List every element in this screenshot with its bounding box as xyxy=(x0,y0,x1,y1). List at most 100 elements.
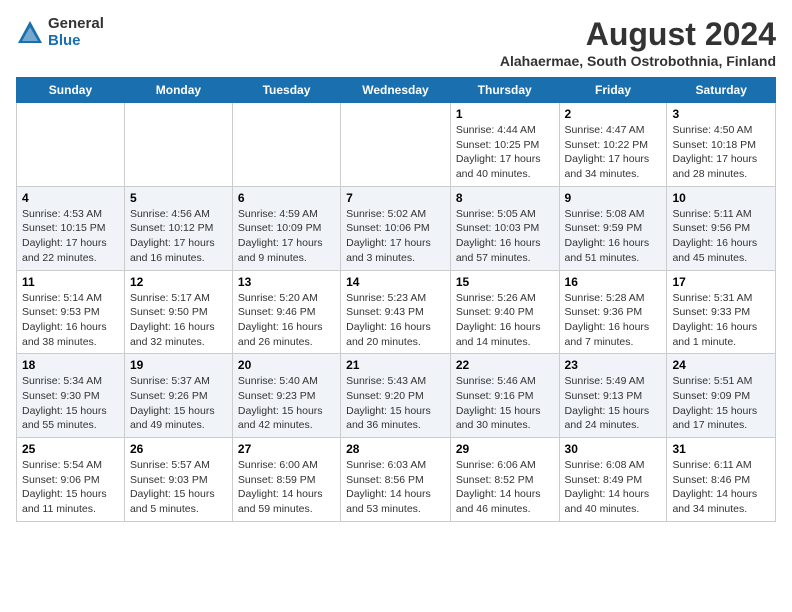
day-number: 11 xyxy=(22,275,119,289)
day-cell: 24 Sunrise: 5:51 AM Sunset: 9:09 PM Dayli… xyxy=(667,354,776,438)
day-info: Sunrise: 5:05 AM Sunset: 10:03 PM Daylig… xyxy=(456,207,554,266)
day-number: 24 xyxy=(672,358,770,372)
day-cell: 6 Sunrise: 4:59 AM Sunset: 10:09 PM Dayli… xyxy=(232,186,340,270)
day-cell xyxy=(341,103,451,187)
header-friday: Friday xyxy=(559,78,667,103)
day-cell: 23 Sunrise: 5:49 AM Sunset: 9:13 PM Dayli… xyxy=(559,354,667,438)
day-info: Sunrise: 5:51 AM Sunset: 9:09 PM Dayligh… xyxy=(672,374,770,433)
day-cell: 27 Sunrise: 6:00 AM Sunset: 8:59 PM Dayli… xyxy=(232,438,340,522)
day-info: Sunrise: 5:46 AM Sunset: 9:16 PM Dayligh… xyxy=(456,374,554,433)
day-cell: 10 Sunrise: 5:11 AM Sunset: 9:56 PM Dayli… xyxy=(667,186,776,270)
day-number: 10 xyxy=(672,191,770,205)
header-wednesday: Wednesday xyxy=(341,78,451,103)
day-number: 30 xyxy=(565,442,662,456)
day-cell: 9 Sunrise: 5:08 AM Sunset: 9:59 PM Daylig… xyxy=(559,186,667,270)
day-number: 6 xyxy=(238,191,335,205)
day-cell: 5 Sunrise: 4:56 AM Sunset: 10:12 PM Dayli… xyxy=(124,186,232,270)
day-info: Sunrise: 5:40 AM Sunset: 9:23 PM Dayligh… xyxy=(238,374,335,433)
week-row-5: 25 Sunrise: 5:54 AM Sunset: 9:06 PM Dayli… xyxy=(17,438,776,522)
header-sunday: Sunday xyxy=(17,78,125,103)
day-info: Sunrise: 4:44 AM Sunset: 10:25 PM Daylig… xyxy=(456,123,554,182)
day-number: 3 xyxy=(672,107,770,121)
day-cell: 7Sunrise: 5:02 AM Sunset: 10:06 PM Dayli… xyxy=(341,186,451,270)
day-info: Sunrise: 4:47 AM Sunset: 10:22 PM Daylig… xyxy=(565,123,662,182)
day-info: Sunrise: 5:37 AM Sunset: 9:26 PM Dayligh… xyxy=(130,374,227,433)
day-number: 14 xyxy=(346,275,445,289)
day-number: 4 xyxy=(22,191,119,205)
logo: General Blue xyxy=(16,16,104,49)
day-info: Sunrise: 5:43 AM Sunset: 9:20 PM Dayligh… xyxy=(346,374,445,433)
day-number: 26 xyxy=(130,442,227,456)
day-number: 2 xyxy=(565,107,662,121)
day-cell xyxy=(17,103,125,187)
day-number: 20 xyxy=(238,358,335,372)
week-row-2: 4 Sunrise: 4:53 AM Sunset: 10:15 PM Dayli… xyxy=(17,186,776,270)
day-info: Sunrise: 4:59 AM Sunset: 10:09 PM Daylig… xyxy=(238,207,335,266)
header-row: SundayMondayTuesdayWednesdayThursdayFrid… xyxy=(17,78,776,103)
day-cell: 1 Sunrise: 4:44 AM Sunset: 10:25 PM Dayli… xyxy=(450,103,559,187)
day-cell: 19 Sunrise: 5:37 AM Sunset: 9:26 PM Dayli… xyxy=(124,354,232,438)
day-info: Sunrise: 5:23 AM Sunset: 9:43 PM Dayligh… xyxy=(346,291,445,350)
day-info: Sunrise: 5:14 AM Sunset: 9:53 PM Dayligh… xyxy=(22,291,119,350)
day-info: Sunrise: 4:53 AM Sunset: 10:15 PM Daylig… xyxy=(22,207,119,266)
day-info: Sunrise: 6:08 AM Sunset: 8:49 PM Dayligh… xyxy=(565,458,662,517)
day-info: Sunrise: 5:49 AM Sunset: 9:13 PM Dayligh… xyxy=(565,374,662,433)
day-number: 16 xyxy=(565,275,662,289)
day-info: Sunrise: 5:11 AM Sunset: 9:56 PM Dayligh… xyxy=(672,207,770,266)
day-cell: 15Sunrise: 5:26 AM Sunset: 9:40 PM Dayli… xyxy=(450,270,559,354)
day-number: 12 xyxy=(130,275,227,289)
day-number: 25 xyxy=(22,442,119,456)
day-info: Sunrise: 5:57 AM Sunset: 9:03 PM Dayligh… xyxy=(130,458,227,517)
week-row-1: 1 Sunrise: 4:44 AM Sunset: 10:25 PM Dayli… xyxy=(17,103,776,187)
day-cell xyxy=(124,103,232,187)
day-cell: 4 Sunrise: 4:53 AM Sunset: 10:15 PM Dayli… xyxy=(17,186,125,270)
day-info: Sunrise: 5:54 AM Sunset: 9:06 PM Dayligh… xyxy=(22,458,119,517)
day-cell: 16 Sunrise: 5:28 AM Sunset: 9:36 PM Dayli… xyxy=(559,270,667,354)
calendar-body: 1 Sunrise: 4:44 AM Sunset: 10:25 PM Dayli… xyxy=(17,103,776,522)
main-title: August 2024 xyxy=(500,16,776,53)
day-info: Sunrise: 5:17 AM Sunset: 9:50 PM Dayligh… xyxy=(130,291,227,350)
header-tuesday: Tuesday xyxy=(232,78,340,103)
day-number: 1 xyxy=(456,107,554,121)
day-cell: 31 Sunrise: 6:11 AM Sunset: 8:46 PM Dayli… xyxy=(667,438,776,522)
week-row-4: 18Sunrise: 5:34 AM Sunset: 9:30 PM Dayli… xyxy=(17,354,776,438)
logo-text: General Blue xyxy=(48,16,104,49)
day-cell: 3 Sunrise: 4:50 AM Sunset: 10:18 PM Dayli… xyxy=(667,103,776,187)
day-cell: 8Sunrise: 5:05 AM Sunset: 10:03 PM Dayli… xyxy=(450,186,559,270)
day-info: Sunrise: 4:56 AM Sunset: 10:12 PM Daylig… xyxy=(130,207,227,266)
logo-general: General xyxy=(48,16,104,33)
day-cell: 20 Sunrise: 5:40 AM Sunset: 9:23 PM Dayli… xyxy=(232,354,340,438)
day-info: Sunrise: 4:50 AM Sunset: 10:18 PM Daylig… xyxy=(672,123,770,182)
day-number: 27 xyxy=(238,442,335,456)
day-number: 9 xyxy=(565,191,662,205)
day-info: Sunrise: 5:31 AM Sunset: 9:33 PM Dayligh… xyxy=(672,291,770,350)
day-number: 17 xyxy=(672,275,770,289)
day-number: 31 xyxy=(672,442,770,456)
day-number: 5 xyxy=(130,191,227,205)
calendar-table: SundayMondayTuesdayWednesdayThursdayFrid… xyxy=(16,77,776,522)
day-cell: 28 Sunrise: 6:03 AM Sunset: 8:56 PM Dayli… xyxy=(341,438,451,522)
day-cell: 21 Sunrise: 5:43 AM Sunset: 9:20 PM Dayli… xyxy=(341,354,451,438)
day-info: Sunrise: 5:08 AM Sunset: 9:59 PM Dayligh… xyxy=(565,207,662,266)
header-saturday: Saturday xyxy=(667,78,776,103)
day-cell: 17 Sunrise: 5:31 AM Sunset: 9:33 PM Dayli… xyxy=(667,270,776,354)
day-info: Sunrise: 5:02 AM Sunset: 10:06 PM Daylig… xyxy=(346,207,445,266)
day-cell: 2 Sunrise: 4:47 AM Sunset: 10:22 PM Dayli… xyxy=(559,103,667,187)
day-info: Sunrise: 6:11 AM Sunset: 8:46 PM Dayligh… xyxy=(672,458,770,517)
day-info: Sunrise: 6:00 AM Sunset: 8:59 PM Dayligh… xyxy=(238,458,335,517)
header-monday: Monday xyxy=(124,78,232,103)
day-number: 28 xyxy=(346,442,445,456)
logo-blue: Blue xyxy=(48,33,104,50)
subtitle: Alahaermae, South Ostrobothnia, Finland xyxy=(500,53,776,69)
day-number: 21 xyxy=(346,358,445,372)
day-number: 23 xyxy=(565,358,662,372)
day-info: Sunrise: 5:28 AM Sunset: 9:36 PM Dayligh… xyxy=(565,291,662,350)
day-cell: 29Sunrise: 6:06 AM Sunset: 8:52 PM Dayli… xyxy=(450,438,559,522)
day-info: Sunrise: 6:03 AM Sunset: 8:56 PM Dayligh… xyxy=(346,458,445,517)
day-number: 19 xyxy=(130,358,227,372)
day-info: Sunrise: 5:20 AM Sunset: 9:46 PM Dayligh… xyxy=(238,291,335,350)
day-number: 15 xyxy=(456,275,554,289)
logo-icon xyxy=(16,19,44,47)
day-cell: 25 Sunrise: 5:54 AM Sunset: 9:06 PM Dayli… xyxy=(17,438,125,522)
day-number: 22 xyxy=(456,358,554,372)
